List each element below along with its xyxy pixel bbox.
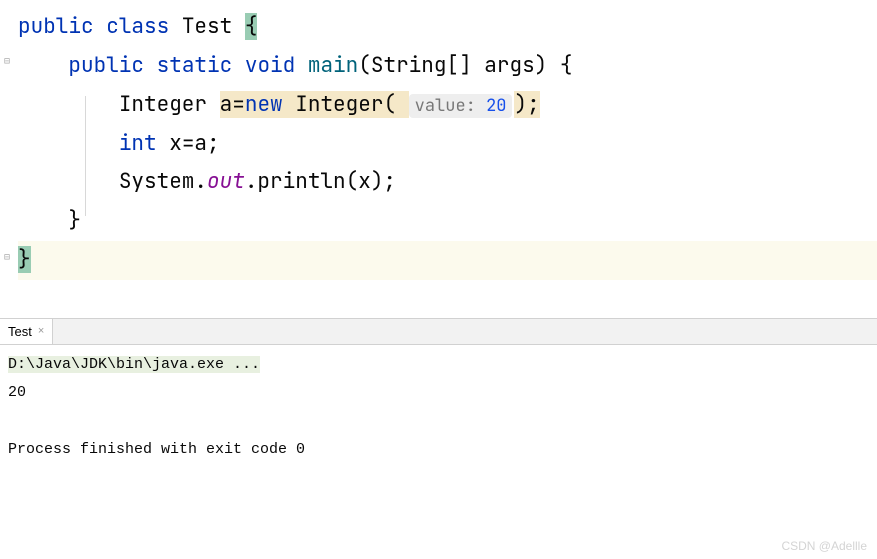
- keyword: void: [245, 52, 295, 79]
- code-editor[interactable]: ⊟ ⊟ public class Test { public static vo…: [0, 0, 877, 288]
- code-line-2[interactable]: public static void main(String[] args) {: [18, 47, 877, 86]
- code-line-4[interactable]: int x=a;: [18, 125, 877, 164]
- method-params: (String[] args) {: [358, 52, 572, 79]
- code-line-1[interactable]: public class Test {: [18, 8, 877, 47]
- collapse-icon[interactable]: ⊟: [0, 54, 14, 73]
- editor-gutter: ⊟ ⊟: [0, 0, 14, 288]
- code-line-6[interactable]: }: [18, 202, 877, 241]
- collapse-icon[interactable]: ⊟: [0, 250, 14, 269]
- close-icon[interactable]: ×: [38, 325, 44, 337]
- keyword: new: [245, 91, 283, 118]
- watermark: CSDN @Adellle: [781, 539, 867, 553]
- keyword: public: [68, 52, 144, 79]
- code-line-5[interactable]: System.out.println(x);: [18, 163, 877, 202]
- matched-brace: {: [245, 13, 258, 40]
- class-name: Test: [182, 13, 232, 40]
- code-line-7[interactable]: }: [18, 241, 877, 280]
- console-exit-line: Process finished with exit code 0: [8, 436, 869, 465]
- method-name: main: [308, 52, 358, 79]
- console-output[interactable]: D:\Java\JDK\bin\java.exe ... 20 Process …: [0, 345, 877, 471]
- code-line-3[interactable]: Integer a=new Integer( value: 20);: [18, 86, 877, 125]
- tab-label: Test: [8, 324, 32, 339]
- console-output-line: 20: [8, 379, 869, 408]
- console-command-line: D:\Java\JDK\bin\java.exe ...: [8, 351, 869, 380]
- run-tab-bar: Test ×: [0, 319, 877, 345]
- fold-guide: [85, 96, 86, 216]
- console-blank-line: [8, 408, 869, 437]
- keyword: int: [119, 130, 157, 157]
- field-ref: out: [207, 168, 245, 195]
- inline-hint: value: 20: [409, 94, 513, 118]
- run-tab[interactable]: Test ×: [0, 319, 53, 344]
- keyword: public: [18, 13, 94, 40]
- keyword: static: [157, 52, 233, 79]
- matched-brace: }: [18, 246, 31, 273]
- keyword: class: [106, 13, 169, 40]
